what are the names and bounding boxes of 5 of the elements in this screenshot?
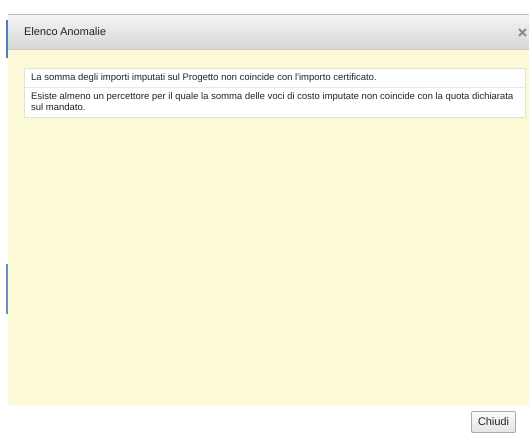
close-icon[interactable] <box>518 28 527 36</box>
dialog-title: Elenco Anomalie <box>24 26 106 38</box>
anomaly-message: La somma degli importi imputati sul Progetto non coincide con l'importo certificato. <box>25 69 525 88</box>
close-button[interactable]: Chiudi <box>470 411 516 433</box>
anomaly-message: Esiste almeno un percettore per il quale la somma delle voci di costo imputate non coincide con la quota dichiarata sul mandato. <box>30 90 514 115</box>
